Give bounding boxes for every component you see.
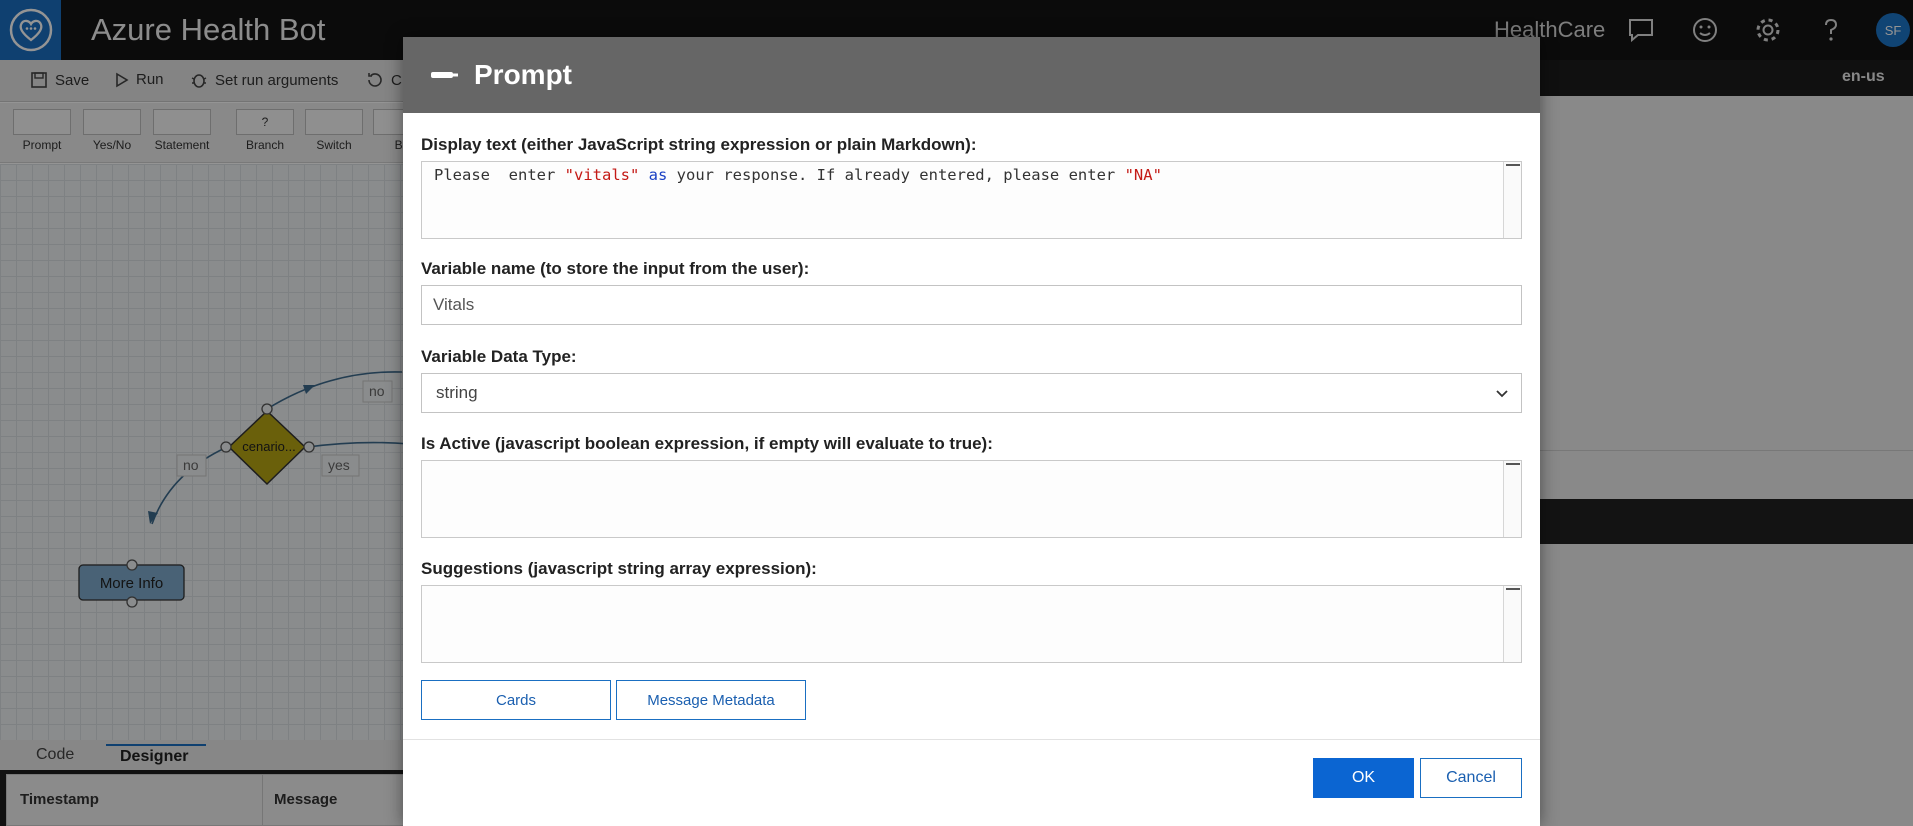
editor-scrollbar[interactable] [1503, 586, 1521, 662]
variable-name-label: Variable name (to store the input from t… [421, 259, 810, 278]
data-type-value: string [436, 383, 478, 402]
display-text-label: Display text (either JavaScript string e… [421, 135, 977, 154]
display-text-editor[interactable]: Please enter "vitals" as your response. … [421, 161, 1522, 239]
chevron-down-icon [1496, 390, 1508, 398]
data-type-label: Variable Data Type: [421, 347, 577, 366]
dialog-header: Prompt [403, 37, 1540, 113]
suggestions-editor[interactable] [421, 585, 1522, 663]
dialog-footer-divider [403, 739, 1540, 740]
app-root: Azure Health Bot HealthCare SF Save Run … [0, 0, 1913, 826]
is-active-editor[interactable] [421, 460, 1522, 538]
display-text-code: Please enter "vitals" as your response. … [434, 166, 1162, 184]
message-metadata-button[interactable]: Message Metadata [616, 680, 806, 720]
dialog-title: Prompt [474, 59, 572, 90]
variable-name-input[interactable]: Vitals [421, 285, 1522, 325]
prompt-node-icon [431, 72, 458, 78]
suggestions-label: Suggestions (javascript string array exp… [421, 559, 817, 578]
data-type-select[interactable]: string [421, 373, 1522, 413]
editor-scrollbar[interactable] [1503, 162, 1521, 238]
is-active-label: Is Active (javascript boolean expression… [421, 434, 993, 453]
cancel-button[interactable]: Cancel [1420, 758, 1522, 798]
editor-scrollbar[interactable] [1503, 461, 1521, 537]
prompt-dialog: Prompt Display text (either JavaScript s… [403, 37, 1540, 826]
cards-button[interactable]: Cards [421, 680, 611, 720]
ok-button[interactable]: OK [1313, 758, 1414, 798]
